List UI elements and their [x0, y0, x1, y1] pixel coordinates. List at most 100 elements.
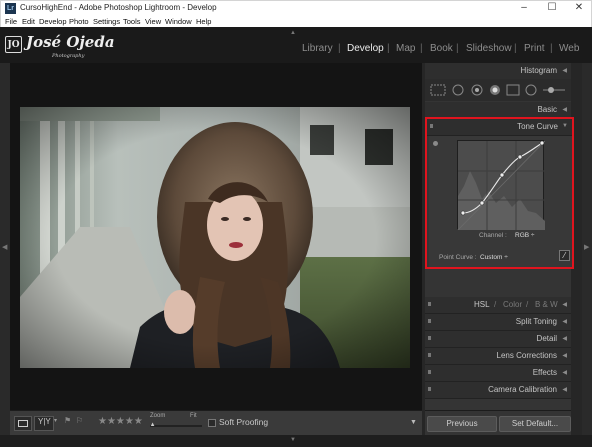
develop-tools-icons[interactable] — [425, 79, 571, 101]
panel-title: Histogram — [520, 66, 557, 75]
panel-header-lens-corrections[interactable]: Lens Corrections ◀ — [425, 348, 571, 365]
point-curve-label: Point Curve : — [439, 254, 477, 261]
point-curve-select[interactable]: Custom ÷ — [480, 254, 508, 261]
reject-flag-icon[interactable]: ⚐ — [76, 416, 83, 425]
panel-collapse-icon[interactable]: ◀ — [562, 301, 567, 308]
maximize-button[interactable]: ☐ — [539, 1, 565, 15]
channel-select[interactable]: RGB ÷ — [515, 232, 534, 239]
menu-settings[interactable]: Settings — [93, 16, 120, 27]
menu-photo[interactable]: Photo — [69, 16, 89, 27]
menu-bar: File Edit Develop Photo Settings Tools V… — [0, 16, 592, 27]
hsl-tab[interactable]: HSL — [474, 300, 490, 309]
before-after-button[interactable]: Y|Y — [34, 416, 54, 431]
panel-header-split-toning[interactable]: Split Toning ◀ — [425, 314, 571, 331]
menu-window[interactable]: Window — [165, 16, 192, 27]
photo-preview[interactable] — [20, 107, 410, 368]
minimize-button[interactable]: – — [511, 1, 537, 15]
module-separator: | — [514, 43, 517, 54]
collapse-top-arrow-icon[interactable]: ▲ — [290, 30, 296, 36]
menu-help[interactable]: Help — [196, 16, 211, 27]
chevron-down-icon[interactable]: ▾ — [54, 417, 57, 424]
panel-header-histogram[interactable]: Histogram ◀ — [425, 63, 571, 80]
panel-collapse-icon[interactable]: ◀ — [562, 369, 567, 376]
menu-tools[interactable]: Tools — [123, 16, 141, 27]
panel-title: Lens Corrections — [496, 351, 557, 360]
logo-badge: JO — [5, 36, 22, 53]
close-button[interactable]: ✕ — [566, 1, 592, 15]
panel-collapse-icon[interactable]: ◀ — [562, 335, 567, 342]
panel-switch-icon[interactable] — [428, 370, 431, 374]
panel-switch-icon[interactable] — [428, 387, 431, 391]
point-curve-edit-icon: ⁄ — [563, 251, 566, 260]
menu-edit[interactable]: Edit — [22, 16, 35, 27]
previous-button[interactable]: Previous — [427, 416, 497, 432]
zoom-slider-knob[interactable]: ▲ — [150, 422, 156, 428]
fit-label: Fit — [190, 413, 197, 419]
collapse-right-arrow-icon[interactable]: ▶ — [584, 243, 589, 251]
loupe-view-icon — [18, 420, 28, 427]
panel-switch-icon[interactable] — [428, 302, 431, 306]
menu-file[interactable]: File — [5, 16, 17, 27]
panel-title: Effects — [532, 368, 557, 377]
set-default-button[interactable]: Set Default... — [499, 416, 571, 432]
panel-collapse-icon[interactable]: ◀ — [562, 318, 567, 325]
module-map[interactable]: Map — [396, 43, 415, 54]
panel-title: Basic — [537, 105, 557, 114]
panel-switch-icon[interactable] — [428, 319, 431, 323]
star-rating[interactable]: ★★★★★ — [98, 416, 143, 427]
expand-left-arrow-icon[interactable]: ◀ — [2, 243, 7, 251]
toolbar-menu-chevron-icon[interactable]: ▼ — [410, 419, 417, 426]
develop-toolbar: Y|Y ▾ ⚑ ⚐ ★★★★★ Zoom Fit ▲ Soft Proofing… — [10, 410, 422, 435]
panel-header-tone-curve[interactable]: Tone Curve ▼ — [427, 119, 572, 136]
panel-header-hsl[interactable]: HSL / Color / B & W ◀ — [425, 297, 571, 314]
right-edge-strip[interactable]: ▶ — [582, 63, 592, 435]
panel-collapse-icon[interactable]: ◀ — [562, 386, 567, 393]
color-tab[interactable]: Color — [503, 300, 522, 309]
expand-filmstrip-arrow-icon[interactable]: ▼ — [290, 437, 296, 443]
panel-collapse-icon[interactable]: ◀ — [562, 352, 567, 359]
identity-plate: ▲ JO José Ojeda Photography Library | De… — [0, 27, 592, 63]
panel-expanded-icon[interactable]: ▼ — [562, 123, 568, 129]
panel-switch-icon[interactable] — [430, 124, 433, 128]
target-adjust-icon[interactable] — [433, 141, 438, 146]
tone-curve-body: Channel : RGB ÷ Point Curve : Custom ÷ ⁄ — [429, 136, 572, 267]
module-book[interactable]: Book — [430, 43, 453, 54]
panel-title: Tone Curve — [517, 122, 558, 131]
module-library[interactable]: Library — [302, 43, 333, 54]
panel-header-effects[interactable]: Effects ◀ — [425, 365, 571, 382]
panel-switch-icon[interactable] — [428, 336, 431, 340]
soft-proofing-label[interactable]: Soft Proofing — [219, 417, 268, 427]
module-separator: | — [387, 43, 390, 54]
panel-header-detail[interactable]: Detail ◀ — [425, 331, 571, 348]
tab-separator: / — [526, 300, 529, 309]
panel-switch-icon[interactable] — [428, 353, 431, 357]
maximize-icon: ☐ — [547, 2, 557, 13]
identity-name: José Ojeda — [26, 33, 115, 51]
soft-proofing-checkbox[interactable] — [208, 419, 216, 427]
module-develop[interactable]: Develop — [347, 43, 384, 54]
tab-separator: / — [494, 300, 497, 309]
photo-view[interactable] — [10, 63, 422, 435]
panel-header-camera-calibration[interactable]: Camera Calibration ◀ — [425, 382, 571, 399]
flag-icon[interactable]: ⚑ — [64, 416, 71, 425]
filmstrip-collapsed[interactable]: ▼ — [0, 435, 592, 447]
panel-collapse-icon[interactable]: ◀ — [562, 106, 567, 113]
module-separator: | — [550, 43, 553, 54]
panel-collapse-icon[interactable]: ◀ — [562, 67, 567, 74]
zoom-slider[interactable] — [150, 425, 202, 427]
left-panel-collapsed[interactable]: ◀ — [0, 63, 10, 435]
close-icon: ✕ — [574, 2, 584, 13]
window-titlebar: Lr CursoHighEnd - Adobe Photoshop Lightr… — [0, 0, 592, 16]
module-separator: | — [338, 43, 341, 54]
menu-develop[interactable]: Develop — [39, 16, 67, 27]
bw-tab[interactable]: B & W — [535, 300, 558, 309]
module-print[interactable]: Print — [524, 43, 545, 54]
module-slideshow[interactable]: Slideshow — [466, 43, 512, 54]
loupe-view-button[interactable] — [14, 416, 32, 431]
histogram-tool-strip — [425, 79, 571, 101]
tone-curve-graph[interactable] — [457, 140, 546, 231]
module-web[interactable]: Web — [559, 43, 579, 54]
panel-title: Detail — [536, 334, 557, 343]
menu-view[interactable]: View — [145, 16, 161, 27]
point-curve-edit-button[interactable]: ⁄ — [559, 250, 570, 261]
